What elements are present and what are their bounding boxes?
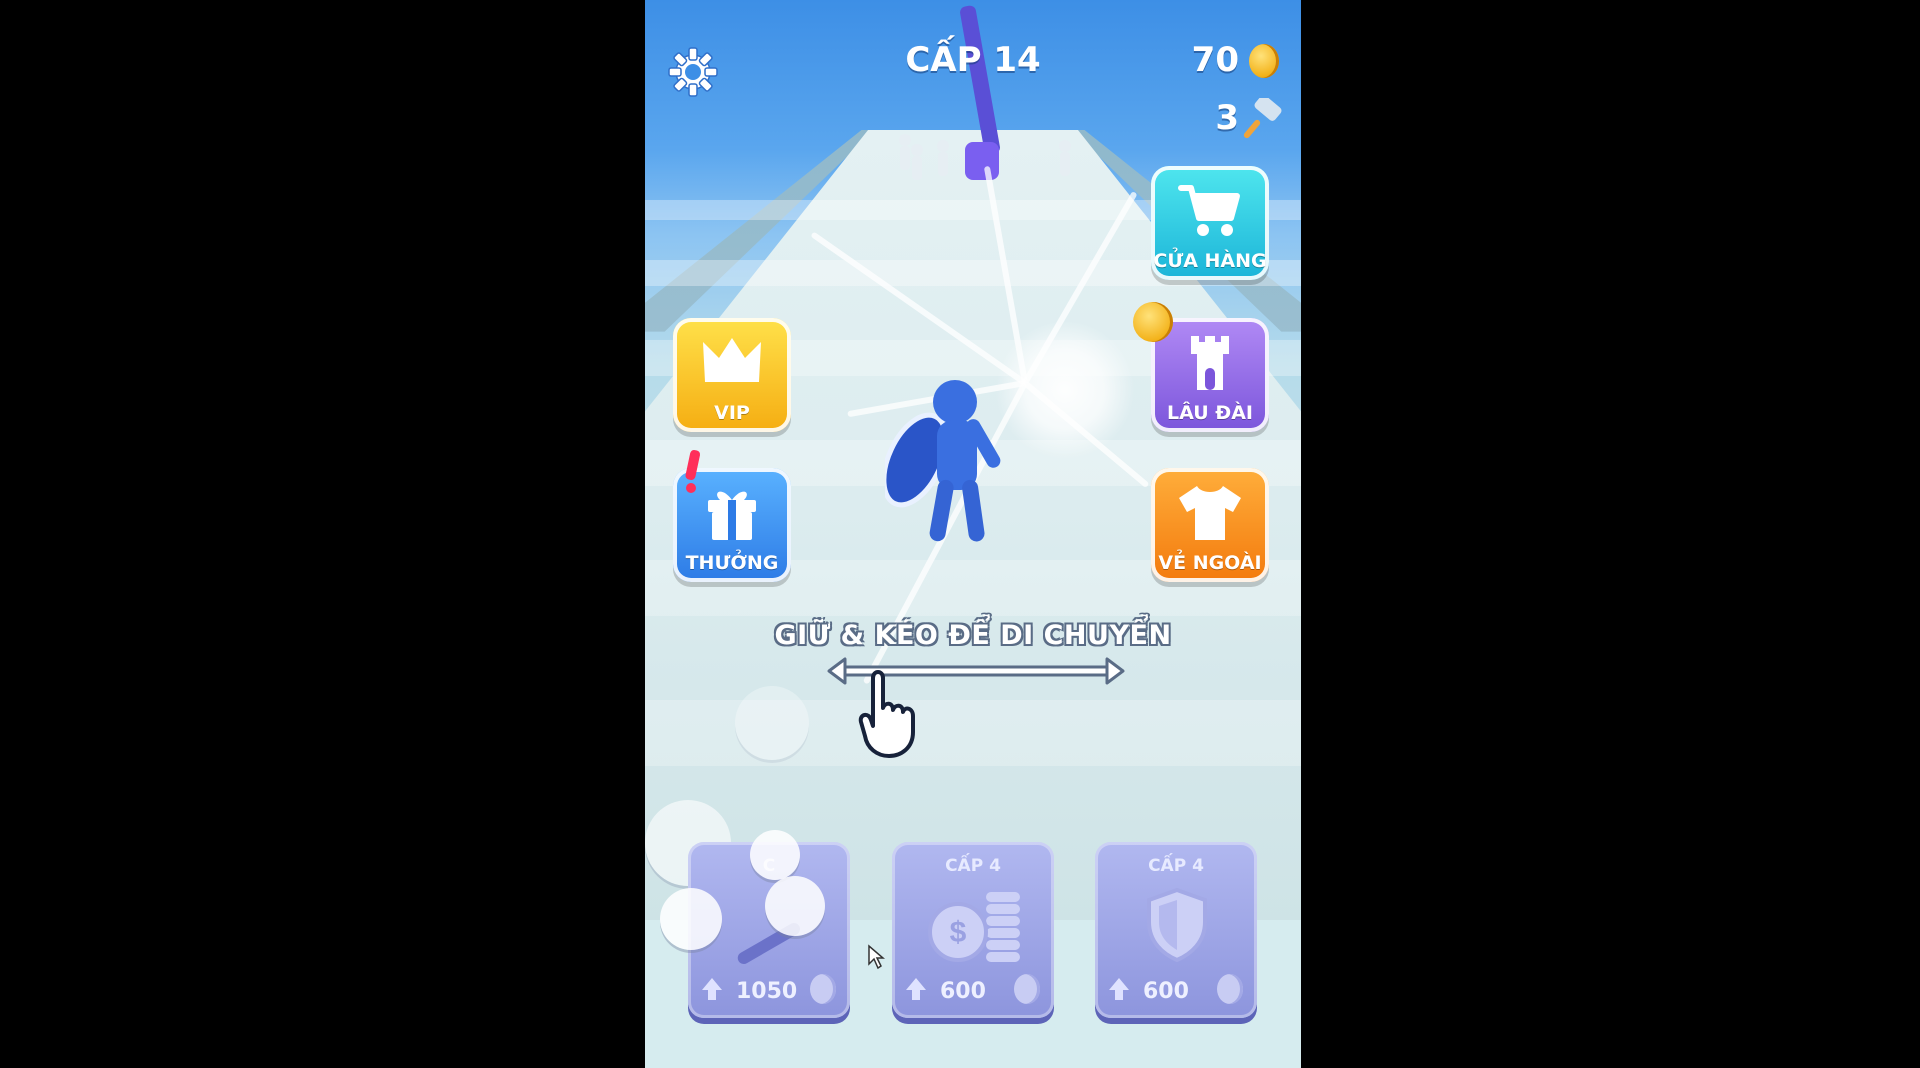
tshirt-icon: [1179, 486, 1241, 540]
shield-icon: [1147, 887, 1207, 962]
upgrade-arrow-icon: [906, 978, 926, 1000]
vip-label: VIP: [714, 402, 750, 424]
shop-button[interactable]: CỬA HÀNG: [1151, 166, 1269, 280]
crown-icon: [703, 338, 761, 382]
price-coin-icon: [1014, 974, 1040, 1004]
coin-stack-icon: $: [928, 892, 1020, 962]
mouse-cursor-icon: [868, 944, 885, 970]
gift-icon: [708, 491, 756, 540]
upgrade-level-label: CẤP 4: [1148, 856, 1204, 876]
castle-button[interactable]: LÂU ĐÀI: [1151, 318, 1269, 432]
cart-icon: [1178, 185, 1240, 236]
upgrade-arrow-bubble-icon: [765, 876, 825, 936]
coin-count: 70: [1191, 40, 1239, 80]
castle-tower-icon: [1191, 336, 1229, 390]
character-leg: [929, 479, 954, 542]
castle-coin-badge-icon: [1133, 302, 1173, 342]
upgrade-arrow-bubble-icon: [750, 830, 800, 880]
upgrade-arrow-icon: [1109, 978, 1129, 1000]
outfit-label: VẺ NGOÀI: [1158, 552, 1262, 574]
upgrade-arrow-bubble-icon: [735, 686, 809, 760]
upgrade-price: 600: [1143, 979, 1189, 1004]
player-character: [885, 380, 1001, 542]
upgrade-price: 1050: [736, 979, 798, 1004]
upgrade-card-income[interactable]: CẤP 4 $ 600: [892, 842, 1054, 1018]
pillar-block: [965, 142, 999, 180]
drag-hint-text: GIỮ & KÉO ĐỂ DI CHUYỂN: [774, 620, 1172, 651]
reward-label: THƯỞNG: [685, 552, 779, 574]
upgrade-level-label: CẤP 4: [945, 856, 1001, 876]
upgrade-arrow-bubble-icon: [660, 888, 722, 950]
alert-exclamation-icon: [685, 450, 701, 493]
vip-button[interactable]: VIP: [673, 318, 791, 432]
hammer-count: 3: [1215, 98, 1239, 138]
shop-label: CỬA HÀNG: [1153, 250, 1267, 272]
hammer-icon: [1243, 98, 1282, 139]
price-coin-icon: [1217, 974, 1243, 1004]
coin-icon: [1249, 44, 1279, 78]
upgrade-card-defense[interactable]: CẤP 4 600: [1095, 842, 1257, 1018]
upgrade-arrow-icon: [702, 978, 722, 1000]
pillar: [960, 5, 1000, 155]
upgrade-price: 600: [940, 979, 986, 1004]
character-leg: [962, 479, 985, 542]
game-viewport[interactable]: CẤP 14 70 3 CỬA HÀNG VIP LÂU ĐÀI THƯỞNG …: [645, 0, 1301, 1068]
distant-scene: [899, 5, 1071, 180]
castle-label: LÂU ĐÀI: [1167, 402, 1253, 424]
svg-text:$: $: [950, 916, 967, 949]
character-head: [933, 380, 977, 424]
price-coin-icon: [810, 974, 836, 1004]
pointer-hand-icon: [858, 670, 915, 758]
outfit-button[interactable]: VẺ NGOÀI: [1151, 468, 1269, 582]
